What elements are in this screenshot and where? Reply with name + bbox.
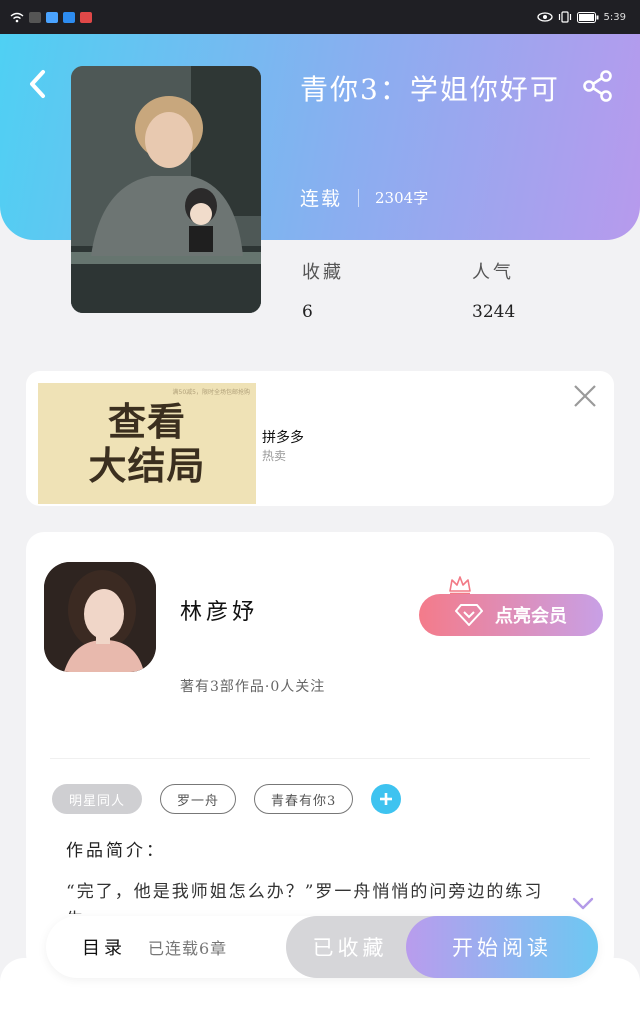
- battery-icon: [576, 11, 599, 23]
- ad-tag: 热卖: [262, 449, 287, 463]
- favorites-value-wrap: 6: [302, 302, 313, 322]
- status-bar: 5:39: [0, 0, 640, 34]
- popularity-value: 3244: [472, 302, 516, 322]
- ad-image[interactable]: 满50减5，限时全场包邮抢购 查看 大结局: [38, 383, 256, 504]
- serial-status: 连载: [300, 188, 343, 210]
- word-count: 2304字: [375, 189, 429, 207]
- plus-icon: [380, 793, 393, 805]
- popularity-stat: 人气: [472, 258, 514, 284]
- popularity-label: 人气: [472, 262, 514, 283]
- favorites-label: 收藏: [302, 262, 344, 283]
- toc-label: 目录: [82, 938, 126, 959]
- tag-item[interactable]: 罗一舟: [160, 784, 237, 814]
- back-button[interactable]: [22, 66, 52, 102]
- start-reading-label: 开始阅读: [452, 936, 552, 960]
- ad-banner[interactable]: 满50减5，限时全场包邮抢购 查看 大结局 拼多多 热卖: [26, 371, 614, 506]
- toc-status: 已连载6章: [148, 939, 228, 958]
- app-icon-red: [80, 11, 92, 23]
- divider: [50, 758, 590, 759]
- vip-label: 点亮会员: [495, 606, 567, 627]
- tag-list: 明星同人 罗一舟 青春有你3: [52, 784, 402, 814]
- chevron-left-icon: [30, 70, 45, 98]
- ad-fine-print: 满50减5，限时全场包邮抢购: [172, 389, 250, 396]
- ad-headline-line1: 查看: [107, 399, 186, 444]
- author-avatar[interactable]: [44, 562, 156, 672]
- ad-close-button[interactable]: [572, 383, 598, 409]
- favorites-stat: 收藏: [302, 258, 344, 284]
- close-icon: [574, 385, 596, 407]
- hd-icon: [29, 11, 41, 23]
- expand-intro-button[interactable]: [572, 896, 594, 910]
- favorites-value: 6: [302, 302, 313, 322]
- add-tag-button[interactable]: [371, 784, 402, 814]
- ad-headline-line2: 大结局: [88, 443, 206, 488]
- author-card: 林彦妤 著有3部作品·0人关注 点亮会员 明星同人 罗一舟 青春有你3 作品简介…: [26, 532, 614, 972]
- app-icon-globe: [63, 11, 75, 23]
- clock: 5:39: [603, 11, 626, 23]
- book-meta: 连载 2304字: [300, 184, 428, 211]
- wifi-icon: [10, 12, 24, 22]
- toc-button[interactable]: 目录 已连载6章: [82, 934, 227, 960]
- share-icon: [583, 70, 612, 102]
- start-reading-button[interactable]: 开始阅读: [406, 916, 598, 978]
- status-right: 5:39: [536, 11, 626, 23]
- share-button[interactable]: [580, 68, 616, 104]
- tag-item[interactable]: 明星同人: [52, 784, 143, 814]
- intro-label: 作品简介：: [66, 841, 166, 861]
- crown-icon: [449, 576, 471, 595]
- avatar-photo: [44, 562, 156, 672]
- vibrate-icon: [558, 11, 571, 23]
- action-bar: 目录 已连载6章 已收藏 开始阅读: [46, 916, 598, 978]
- ad-brand: 拼多多: [262, 430, 304, 446]
- book-cover-image[interactable]: [71, 66, 261, 313]
- app-icon-blue: [46, 11, 58, 23]
- intro-text[interactable]: “完了，他是我师姐怎么办？”罗一舟悄悄的问旁边的练习生: [66, 878, 546, 914]
- chevron-down-icon: [572, 897, 594, 910]
- vip-button[interactable]: 点亮会员: [419, 594, 603, 636]
- meta-divider: [358, 188, 360, 207]
- author-stats: 著有3部作品·0人关注: [180, 679, 326, 695]
- diamond-icon: [455, 604, 483, 626]
- status-left: [10, 11, 92, 23]
- author-name[interactable]: 林彦妤: [180, 594, 258, 626]
- book-title: 青你3：学姐你好可: [300, 73, 560, 106]
- cover-photo: [71, 66, 261, 313]
- tag-item[interactable]: 青春有你3: [254, 784, 354, 814]
- collected-label: 已收藏: [312, 936, 388, 960]
- popularity-value-wrap: 3244: [472, 302, 515, 322]
- eye-icon: [536, 12, 553, 22]
